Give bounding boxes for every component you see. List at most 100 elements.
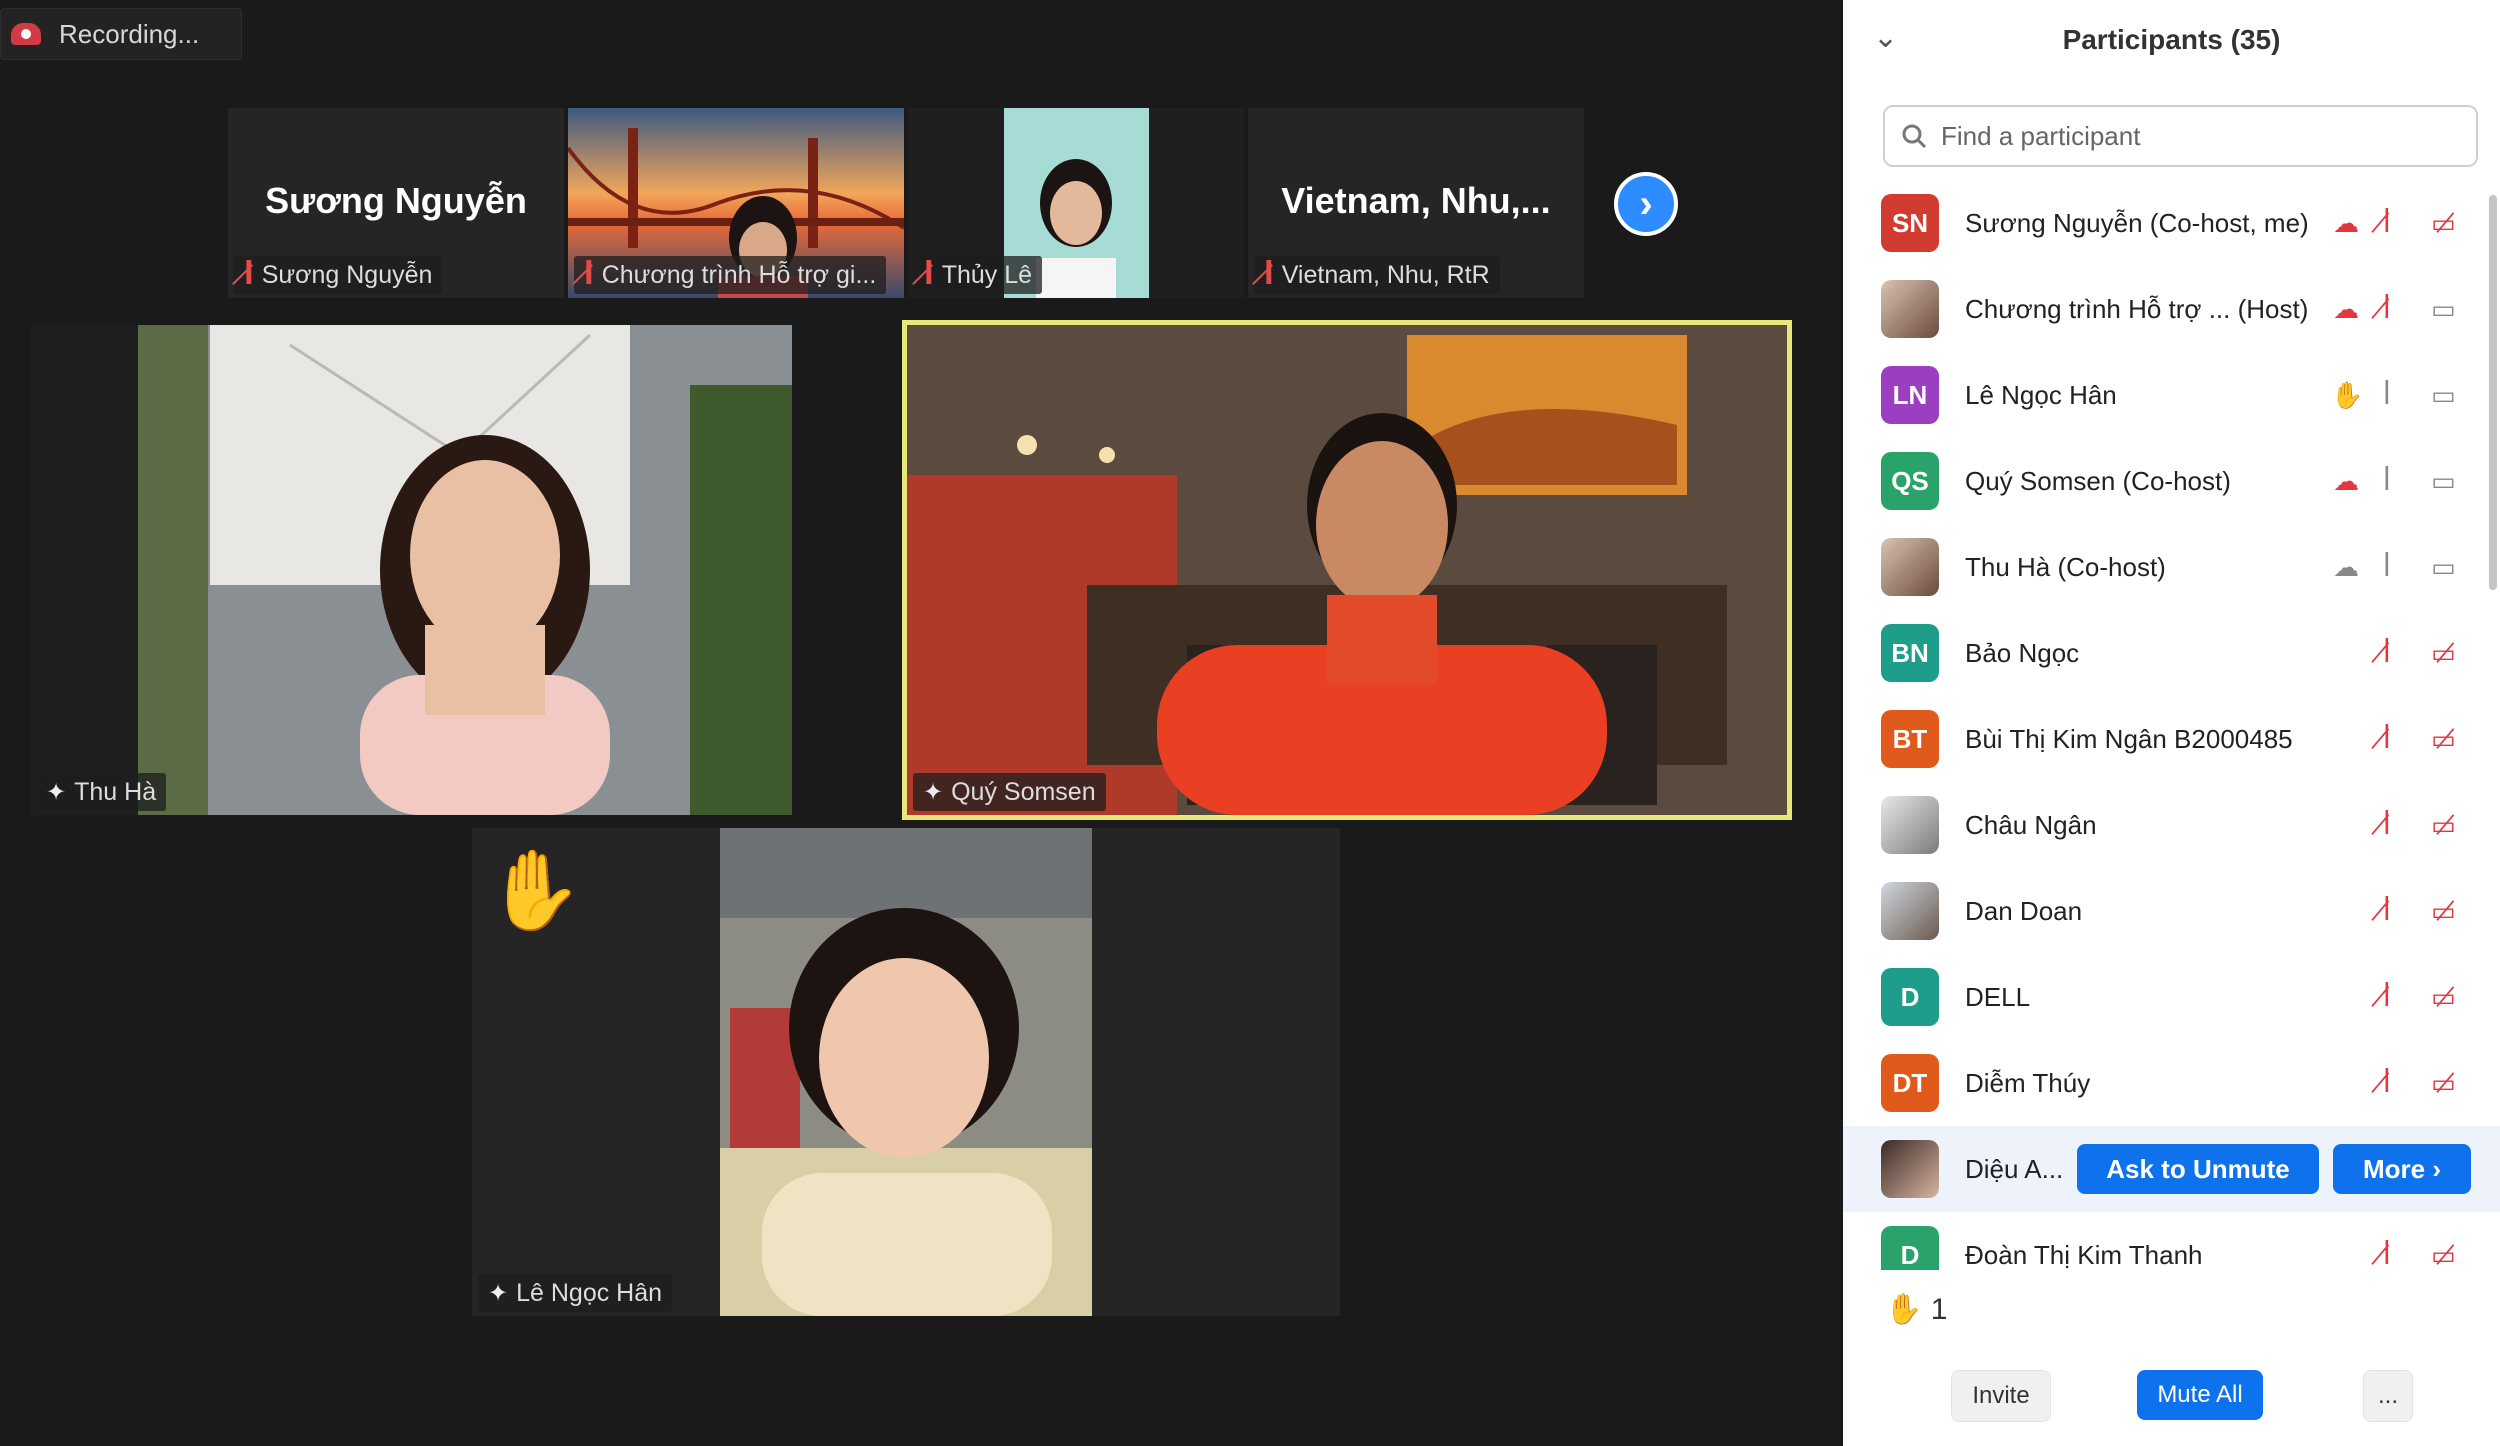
raised-hand-icon: ✋: [486, 846, 584, 934]
participants-title: Participants (35): [2062, 24, 2281, 55]
participants-panel: ⌄ Participants (35) SN Sương Nguyễn (Co-…: [1843, 0, 2500, 1446]
participant-name: Diễm Thúy: [1965, 1067, 2091, 1098]
participant-name: Lê Ngọc Hân: [1965, 379, 2117, 410]
video-off-icon: ▭̸: [2431, 637, 2456, 668]
recording-label: Recording...: [59, 18, 200, 49]
meeting-stage: Recording... Sương Nguyễn ꟾ̸ Sương Nguyễ…: [0, 0, 1843, 1446]
video-tile-thu-ha[interactable]: ✦ Thu Hà: [30, 325, 792, 815]
participant-search[interactable]: [1883, 105, 2478, 167]
participant-row[interactable]: Thu Hà (Co-host) ☁ ꟾ ▭: [1843, 524, 2500, 610]
participant-row-hovered[interactable]: Diệu A... Ask to Unmute More ›: [1843, 1126, 2500, 1212]
le-ngoc-han-video: [720, 828, 1092, 1316]
video-off-icon: ▭̸: [2431, 895, 2456, 926]
participant-name: DELL: [1965, 981, 2031, 1012]
mute-all-button[interactable]: Mute All: [2137, 1370, 2263, 1420]
pin-icon: ✦: [923, 778, 944, 806]
video-name-label: Quý Somsen: [951, 777, 1096, 806]
mic-muted-icon: ꟾ̸: [2383, 809, 2391, 840]
strip-name-tag: ꟾ̸ Thủy Lê: [914, 256, 1043, 294]
video-off-icon: ▭̸: [2431, 1239, 2456, 1270]
cloud-record-icon: ☁: [2333, 207, 2359, 238]
mic-muted-icon: ꟾ̸: [2383, 1239, 2391, 1270]
avatar: LN: [1881, 366, 1939, 424]
mic-muted-icon: ꟾ̸: [2383, 895, 2391, 926]
video-tile-le-ngoc-han[interactable]: ✦ Lê Ngọc Hân: [472, 828, 1340, 1316]
participant-row[interactable]: BT Bùi Thị Kim Ngân B2000485 ꟾ̸ ▭̸: [1843, 696, 2500, 782]
participant-list: SN Sương Nguyễn (Co-host, me) ☁ ꟾ̸ ▭̸ Ch…: [1843, 180, 2500, 1270]
avatar: [1881, 796, 1939, 854]
video-off-icon: ▭̸: [2431, 809, 2456, 840]
video-name-label: Lê Ngọc Hân: [516, 1278, 663, 1307]
mic-muted-icon: ꟾ̸: [2383, 637, 2391, 668]
cloud-record-icon: ☁: [2333, 293, 2359, 324]
strip-display-name: Vietnam, Nhu,...: [1281, 180, 1551, 221]
avatar: BN: [1881, 624, 1939, 682]
search-input[interactable]: [1939, 119, 2463, 153]
participant-name: Sương Nguyễn (Co-host, me): [1965, 207, 2309, 238]
strip-name-label: Vietnam, Nhu, RtR: [1281, 260, 1490, 289]
avatar: [1881, 280, 1939, 338]
participant-row[interactable]: SN Sương Nguyễn (Co-host, me) ☁ ꟾ̸ ▭̸: [1843, 180, 2500, 266]
avatar: [1881, 538, 1939, 596]
video-name-label: Thu Hà: [74, 777, 157, 806]
mic-muted-icon: ꟾ̸: [2383, 207, 2391, 238]
raised-hand-icon: ✋: [2331, 379, 2364, 410]
participant-row[interactable]: Chương trình Hỗ trợ ... (Host) ☁ ꟾ̸ ▭: [1843, 266, 2500, 352]
raised-hand-icon: ✋: [1885, 1293, 1923, 1326]
invite-button[interactable]: Invite: [1951, 1370, 2051, 1422]
participant-row[interactable]: BN Bảo Ngọc ꟾ̸ ▭̸: [1843, 610, 2500, 696]
avatar: D: [1881, 968, 1939, 1026]
mic-icon: ꟾ: [2383, 551, 2391, 582]
participant-name: Thu Hà (Co-host): [1965, 551, 2166, 582]
video-off-icon: ▭̸: [2431, 1067, 2456, 1098]
participant-row[interactable]: Dan Doan ꟾ̸ ▭̸: [1843, 868, 2500, 954]
more-button[interactable]: More ›: [2333, 1144, 2471, 1194]
mic-icon: ꟾ: [2383, 465, 2391, 496]
mic-muted-icon: ꟾ̸: [2383, 723, 2391, 754]
cloud-record-icon: ☁: [2333, 465, 2359, 496]
strip-name-label: Chương trình Hỗ trợ gi...: [601, 260, 877, 289]
avatar: D: [1881, 1226, 1939, 1270]
avatar: QS: [1881, 452, 1939, 510]
strip-tile-vietnam[interactable]: Vietnam, Nhu,... ꟾ̸ Vietnam, Nhu, RtR: [1248, 108, 1584, 298]
strip-tile-chuong-trinh[interactable]: ꟾ̸ Chương trình Hỗ trợ gi...: [568, 108, 904, 298]
mic-muted-icon: ꟾ̸: [924, 259, 934, 290]
participant-row[interactable]: D DELL ꟾ̸ ▭̸: [1843, 954, 2500, 1040]
participant-name: Đoàn Thị Kim Thanh: [1965, 1239, 2203, 1270]
video-camera-icon: ▭: [2431, 379, 2456, 410]
video-off-icon: ▭̸: [2431, 723, 2456, 754]
video-off-icon: ▭̸: [2431, 207, 2456, 238]
strip-tile-thuy-le[interactable]: ꟾ̸ Thủy Lê: [908, 108, 1244, 298]
participant-name: Chương trình Hỗ trợ ... (Host): [1965, 293, 2309, 324]
mic-muted-icon: ꟾ̸: [584, 259, 594, 290]
more-options-button[interactable]: ...: [2363, 1370, 2413, 1422]
raised-hands-counter: ✋ 1: [1885, 1292, 1947, 1327]
participant-name: Diệu A...: [1965, 1153, 2064, 1184]
strip-tile-suong[interactable]: Sương Nguyễn ꟾ̸ Sương Nguyễn: [228, 108, 564, 298]
avatar: SN: [1881, 194, 1939, 252]
video-tile-quy-somsen-active-speaker[interactable]: ✦ Quý Somsen: [902, 320, 1792, 820]
recording-indicator[interactable]: Recording...: [0, 8, 242, 60]
participant-row[interactable]: LN Lê Ngọc Hân ✋ ꟾ ▭: [1843, 352, 2500, 438]
mic-icon: ꟾ: [2383, 379, 2391, 410]
strip-name-tag: ꟾ̸ Chương trình Hỗ trợ gi...: [574, 256, 887, 294]
raised-hands-count: 1: [1930, 1293, 1948, 1326]
ask-to-unmute-button[interactable]: Ask to Unmute: [2077, 1144, 2319, 1194]
participant-list-scrollbar[interactable]: [2489, 195, 2497, 590]
thu-ha-video: [138, 325, 792, 815]
participant-row[interactable]: Châu Ngân ꟾ̸ ▭̸: [1843, 782, 2500, 868]
avatar: DT: [1881, 1054, 1939, 1112]
participant-row[interactable]: D Đoàn Thị Kim Thanh ꟾ̸ ▭̸: [1843, 1212, 2500, 1270]
next-page-button[interactable]: ›: [1614, 172, 1678, 236]
search-icon: [1902, 124, 1927, 149]
video-off-icon: ▭̸: [2431, 981, 2456, 1012]
participant-name: Bảo Ngọc: [1965, 637, 2080, 668]
video-name-tag: ✦ Lê Ngọc Hân: [478, 1274, 673, 1312]
strip-name-tag: ꟾ̸ Vietnam, Nhu, RtR: [1254, 256, 1500, 294]
video-name-tag: ✦ Thu Hà: [36, 773, 167, 811]
participant-row[interactable]: QS Quý Somsen (Co-host) ☁ ꟾ ▭: [1843, 438, 2500, 524]
participant-row[interactable]: DT Diễm Thúy ꟾ̸ ▭̸: [1843, 1040, 2500, 1126]
video-name-tag: ✦ Quý Somsen: [913, 773, 1106, 811]
video-camera-icon: ▭: [2431, 551, 2456, 582]
mic-muted-icon: ꟾ̸: [2383, 1067, 2391, 1098]
